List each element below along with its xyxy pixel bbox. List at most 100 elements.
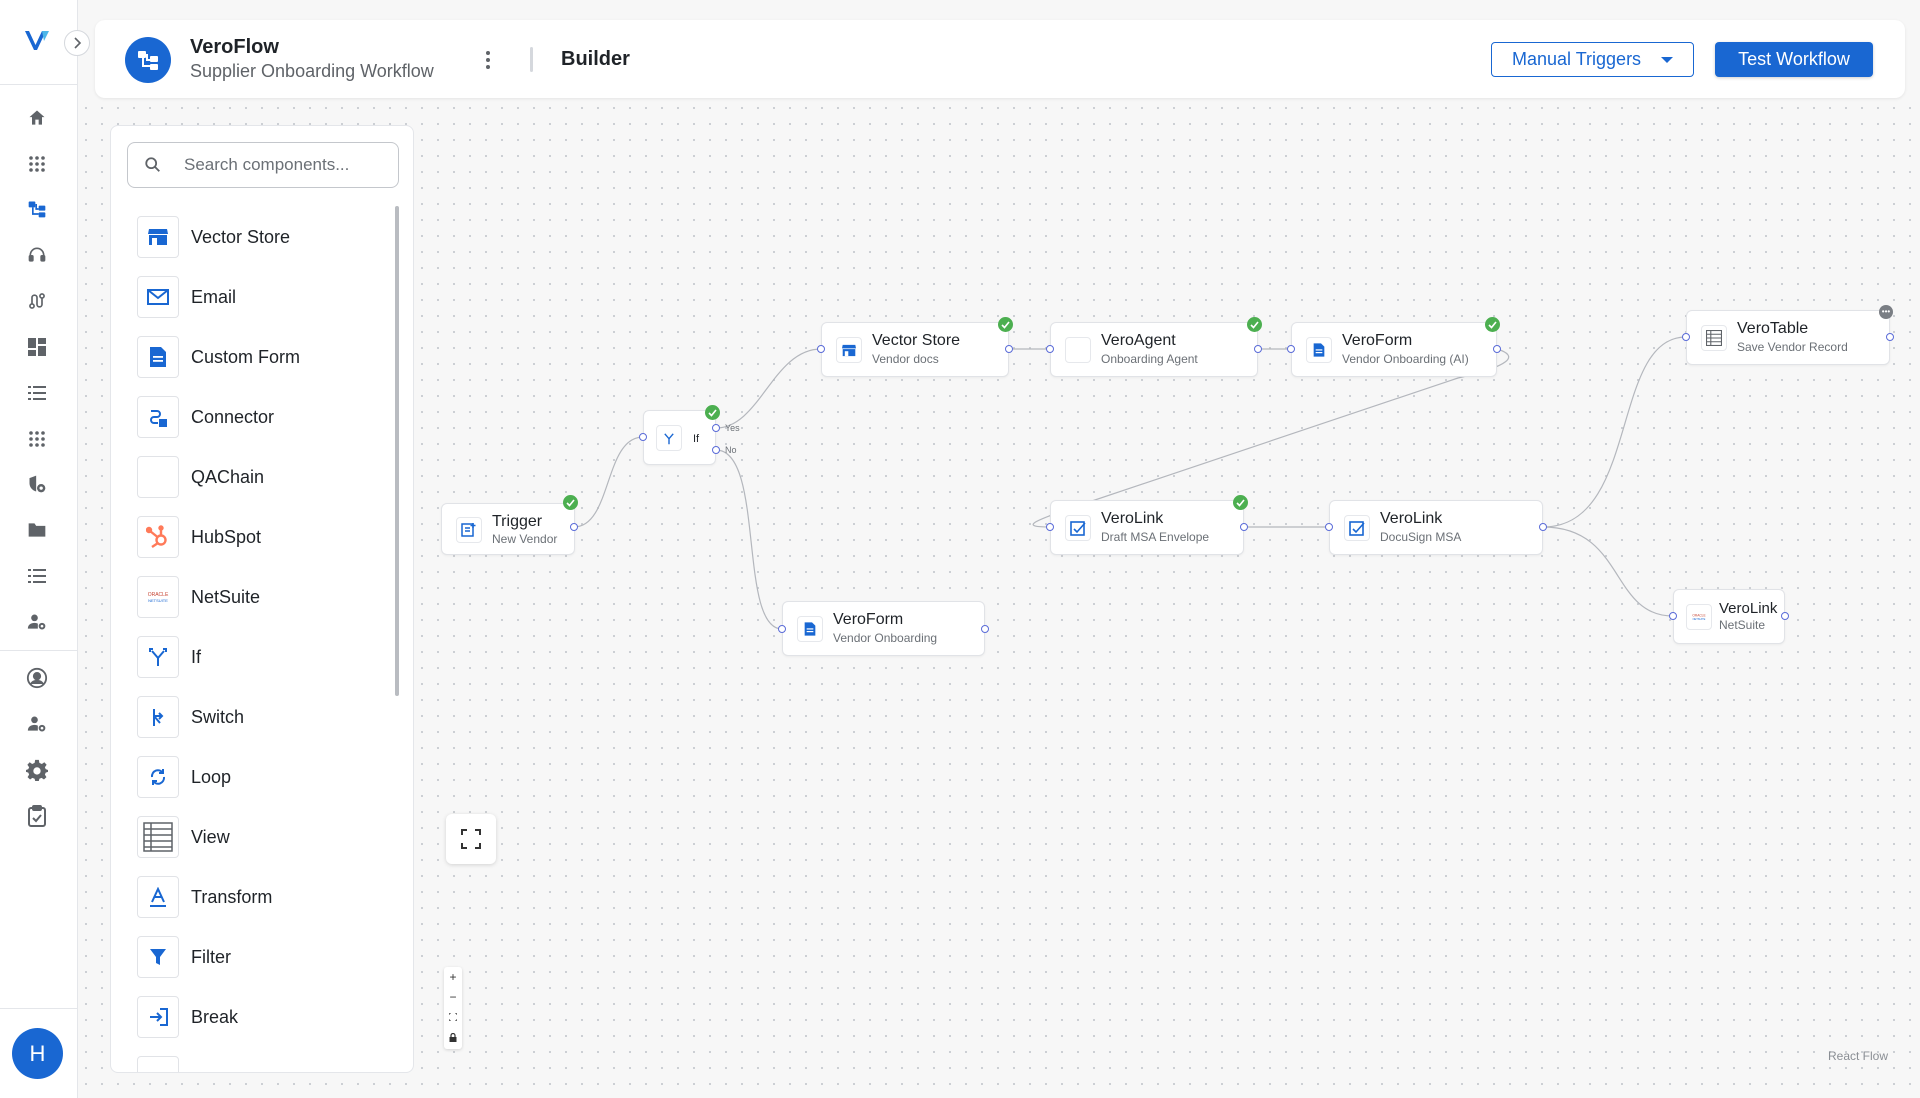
flow-node-link-netsuite[interactable]: ORACLE NETSUITE VeroLink NetSuite: [1673, 589, 1785, 644]
node-input-handle[interactable]: [1287, 345, 1295, 353]
chevron-right-icon: [74, 37, 82, 49]
search-input[interactable]: [184, 153, 384, 177]
node-title: Trigger: [492, 513, 543, 530]
flow-node-form-manual[interactable]: VeroForm Vendor Onboarding: [782, 601, 985, 656]
left-rail: H: [0, 0, 78, 1098]
node-output-handle[interactable]: [1781, 612, 1789, 620]
component-if[interactable]: If: [137, 636, 387, 678]
node-input-handle[interactable]: [1046, 345, 1054, 353]
table-icon: [1701, 325, 1727, 351]
form-icon: [1306, 337, 1332, 363]
route-icon[interactable]: [25, 289, 49, 313]
list-icon[interactable]: [25, 564, 49, 588]
node-subtitle: DocuSign MSA: [1380, 530, 1462, 544]
node-output-handle[interactable]: [981, 625, 989, 633]
component-view[interactable]: View: [137, 816, 387, 858]
search-icon: [145, 157, 160, 172]
react-flow-attribution[interactable]: React Flow: [1828, 1049, 1888, 1063]
user-gear-icon[interactable]: [25, 610, 49, 634]
lock-button[interactable]: [444, 1027, 462, 1047]
node-output-handle[interactable]: [1539, 523, 1547, 531]
apps-grid-icon[interactable]: [25, 427, 49, 451]
app-logo[interactable]: [22, 26, 52, 56]
component-qachain[interactable]: QAChain: [137, 456, 387, 498]
svg-text:NETSUITE: NETSUITE: [1693, 617, 1706, 621]
status-success-icon: [1485, 317, 1500, 332]
node-input-handle[interactable]: [1325, 523, 1333, 531]
node-output-handle[interactable]: [1886, 333, 1894, 341]
node-input-handle[interactable]: [1046, 523, 1054, 531]
component-transform[interactable]: Transform: [137, 876, 387, 918]
fit-view-small-button[interactable]: [444, 1007, 462, 1027]
zoom-in-button[interactable]: +: [444, 967, 462, 987]
node-output-handle[interactable]: [1240, 523, 1248, 531]
fit-view-button[interactable]: [446, 814, 496, 864]
flow-node-if[interactable]: If: [643, 410, 716, 465]
node-output-handle[interactable]: [1493, 345, 1501, 353]
node-title: VeroAgent: [1101, 332, 1176, 349]
node-input-handle[interactable]: [817, 345, 825, 353]
email-icon: [137, 276, 179, 318]
component-loop[interactable]: Loop: [137, 756, 387, 798]
node-title: VeroLink: [1380, 510, 1443, 527]
more-options-button[interactable]: [478, 48, 498, 72]
user-gear-icon[interactable]: [25, 712, 49, 736]
hubspot-icon: [137, 516, 179, 558]
component-hubspot[interactable]: HubSpot: [137, 516, 387, 558]
manual-triggers-dropdown[interactable]: Manual Triggers: [1491, 42, 1694, 77]
component-label: Transform: [191, 886, 273, 907]
component-filter[interactable]: Filter: [137, 936, 387, 978]
if-yes-label: Yes: [725, 423, 740, 433]
flow-node-form-ai[interactable]: VeroForm Vendor Onboarding (AI): [1291, 322, 1497, 377]
flow-node-trigger[interactable]: Trigger New Vendor: [441, 503, 575, 555]
flow-node-vector-store[interactable]: Vector Store Vendor docs: [821, 322, 1009, 377]
node-output-no-handle[interactable]: [712, 446, 720, 454]
component-switch[interactable]: Switch: [137, 696, 387, 738]
settings-icon[interactable]: [25, 758, 49, 782]
component-label: Switch: [191, 706, 245, 727]
workflow-icon[interactable]: [25, 197, 49, 221]
zoom-out-button[interactable]: −: [444, 987, 462, 1007]
flow-node-link-draft[interactable]: VeroLink Draft MSA Envelope: [1050, 500, 1244, 555]
panel-scrollbar[interactable]: [395, 206, 399, 696]
component-netsuite[interactable]: ORACLE NETSUITE NetSuite: [137, 576, 387, 618]
qachain-icon: [137, 456, 179, 498]
headset-icon[interactable]: [25, 243, 49, 267]
node-input-handle[interactable]: [1669, 612, 1677, 620]
more-vert-icon: [486, 51, 490, 69]
user-avatar[interactable]: H: [12, 1028, 63, 1079]
shield-gear-icon[interactable]: [25, 472, 49, 496]
node-title: VeroForm: [1342, 332, 1413, 349]
component-email[interactable]: Email: [137, 276, 387, 318]
node-input-handle[interactable]: [778, 625, 786, 633]
component-label: Connector: [191, 406, 275, 427]
flow-node-link-docusign[interactable]: VeroLink DocuSign MSA: [1329, 500, 1543, 555]
node-input-handle[interactable]: [639, 433, 647, 441]
node-output-handle[interactable]: [1254, 345, 1262, 353]
component-connector[interactable]: Connector: [137, 396, 387, 438]
component-custom-form[interactable]: Custom Form: [137, 336, 387, 378]
flow-node-agent[interactable]: VeroAgent Onboarding Agent: [1050, 322, 1258, 377]
view-title: Builder: [561, 48, 630, 70]
list-icon[interactable]: [25, 381, 49, 405]
node-output-handle[interactable]: [1005, 345, 1013, 353]
flow-node-table[interactable]: VeroTable Save Vendor Record: [1686, 310, 1890, 365]
test-workflow-button[interactable]: Test Workflow: [1715, 42, 1873, 77]
node-input-handle[interactable]: [1682, 333, 1690, 341]
folder-icon[interactable]: [25, 518, 49, 542]
component-vector-store[interactable]: Vector Store: [137, 216, 387, 258]
node-output-handle[interactable]: [570, 523, 578, 531]
vector-store-icon: [836, 337, 862, 363]
branch-icon: [656, 425, 682, 451]
dashboard-icon[interactable]: [25, 335, 49, 359]
clipboard-check-icon[interactable]: [25, 804, 49, 828]
node-output-yes-handle[interactable]: [712, 424, 720, 432]
switch-icon: [137, 696, 179, 738]
account-circle-icon[interactable]: [25, 666, 49, 690]
home-icon[interactable]: [25, 106, 49, 130]
component-break[interactable]: Break: [137, 996, 387, 1038]
expand-rail-button[interactable]: [64, 30, 90, 56]
form-icon: [137, 336, 179, 378]
apps-grid-icon[interactable]: [25, 152, 49, 176]
status-success-icon: [998, 317, 1013, 332]
